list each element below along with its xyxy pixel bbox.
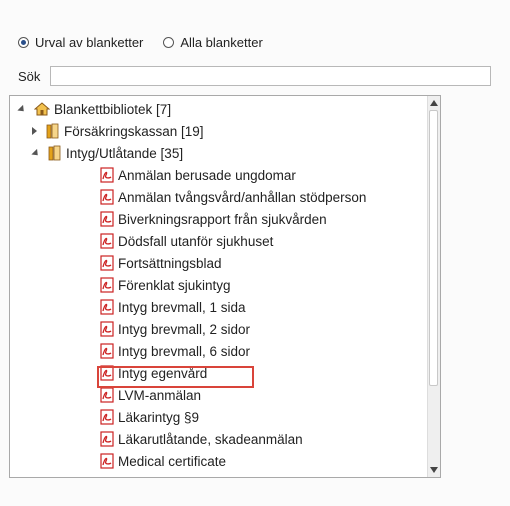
tree-file-item[interactable]: Medical certificate: [100, 450, 226, 472]
radio-urval-label[interactable]: Urval av blanketter: [35, 35, 143, 50]
pdf-icon: [100, 431, 114, 447]
folder-icon: [48, 145, 61, 161]
tree-file-item[interactable]: Intyg brevmall, 1 sida: [100, 296, 246, 318]
library-home-icon: [34, 102, 50, 116]
tree-file-item[interactable]: Läkarintyg §9: [100, 406, 199, 428]
tree-file-label: Anmälan tvångsvård/anhållan stödperson: [118, 189, 367, 205]
pdf-icon: [100, 365, 114, 381]
pdf-icon: [100, 211, 114, 227]
tree-folder[interactable]: Försäkringskassan [19]: [32, 120, 204, 142]
pdf-icon: [100, 277, 114, 293]
tree-file-item[interactable]: Anmälan tvångsvård/anhållan stödperson: [100, 186, 366, 208]
tree-folder-label: Intyg/Utlåtande [35]: [66, 145, 184, 161]
tree-file-item[interactable]: Fortsättningsblad: [100, 252, 222, 274]
tree-file-item[interactable]: Intyg brevmall, 2 sidor: [100, 318, 250, 340]
tree-file-label: Intyg egenvård: [118, 365, 208, 381]
radio-alla-label[interactable]: Alla blanketter: [180, 35, 262, 50]
tree-folder[interactable]: Intyg/Utlåtande [35]: [31, 142, 184, 164]
tree-file-item[interactable]: Dödsfall utanför sjukhuset: [100, 230, 273, 252]
tree-file-label: Intyg brevmall, 2 sidor: [118, 321, 251, 337]
tree-root[interactable]: Blankettbibliotek [7]: [17, 98, 172, 120]
filter-options: Urval av blanketter Alla blanketter: [18, 33, 283, 51]
pdf-icon: [100, 299, 114, 315]
tree-file-item[interactable]: LVM-anmälan: [100, 384, 201, 406]
tree-file-item[interactable]: Intyg egenvård: [100, 362, 207, 384]
tree-file-label: Förenklat sjukintyg: [118, 277, 231, 293]
tree-root-label: Blankettbibliotek [7]: [54, 101, 172, 117]
search-input[interactable]: [50, 66, 491, 86]
radio-alla[interactable]: [163, 36, 175, 48]
tree-file-item[interactable]: Anmälan berusade ungdomar: [100, 164, 296, 186]
tree-file-item[interactable]: Läkarutlåtande, skadeanmälan: [100, 428, 303, 450]
tree-file-label: Intyg brevmall, 1 sida: [118, 299, 246, 315]
pdf-icon: [100, 343, 114, 359]
tree-file-label: Intyg brevmall, 6 sidor: [118, 343, 251, 359]
folder-icon: [46, 123, 59, 139]
pdf-icon: [100, 233, 114, 249]
tree-file-item[interactable]: Förenklat sjukintyg: [100, 274, 231, 296]
scroll-up-icon[interactable]: [430, 100, 438, 106]
collapse-icon[interactable]: [31, 148, 41, 158]
pdf-icon: [100, 387, 114, 403]
tree-file-label: Dödsfall utanför sjukhuset: [118, 233, 274, 249]
search-label: Sök: [18, 68, 41, 84]
tree-folder-label: Försäkringskassan [19]: [64, 123, 204, 139]
pdf-icon: [100, 167, 114, 183]
pdf-icon: [100, 409, 114, 425]
vertical-scrollbar[interactable]: [427, 96, 440, 477]
tree-file-item[interactable]: Intyg brevmall, 6 sidor: [100, 340, 250, 362]
radio-urval[interactable]: [18, 36, 29, 48]
tree-file-label: Medical certificate: [118, 453, 227, 469]
tree-file-item[interactable]: Biverkningsrapport från sjukvården: [100, 208, 327, 230]
tree-file-label: Anmälan berusade ungdomar: [118, 167, 296, 183]
pdf-icon: [100, 321, 114, 337]
tree-file-label: Fortsättningsblad: [118, 255, 222, 271]
collapse-icon[interactable]: [17, 104, 27, 114]
search-row: Sök: [18, 66, 491, 86]
pdf-icon: [100, 189, 114, 205]
scroll-down-icon[interactable]: [430, 467, 438, 473]
scroll-thumb[interactable]: [429, 110, 438, 386]
pdf-icon: [100, 255, 114, 271]
tree-file-label: Läkarutlåtande, skadeanmälan: [118, 431, 303, 447]
tree-file-label: Läkarintyg §9: [118, 409, 200, 425]
expand-icon[interactable]: [32, 127, 37, 135]
tree-panel: Blankettbibliotek [7] Försäkringskassan …: [9, 95, 441, 478]
tree-file-label: LVM-anmälan: [118, 387, 202, 403]
tree-file-label: Biverkningsrapport från sjukvården: [118, 211, 327, 227]
pdf-icon: [100, 453, 114, 469]
